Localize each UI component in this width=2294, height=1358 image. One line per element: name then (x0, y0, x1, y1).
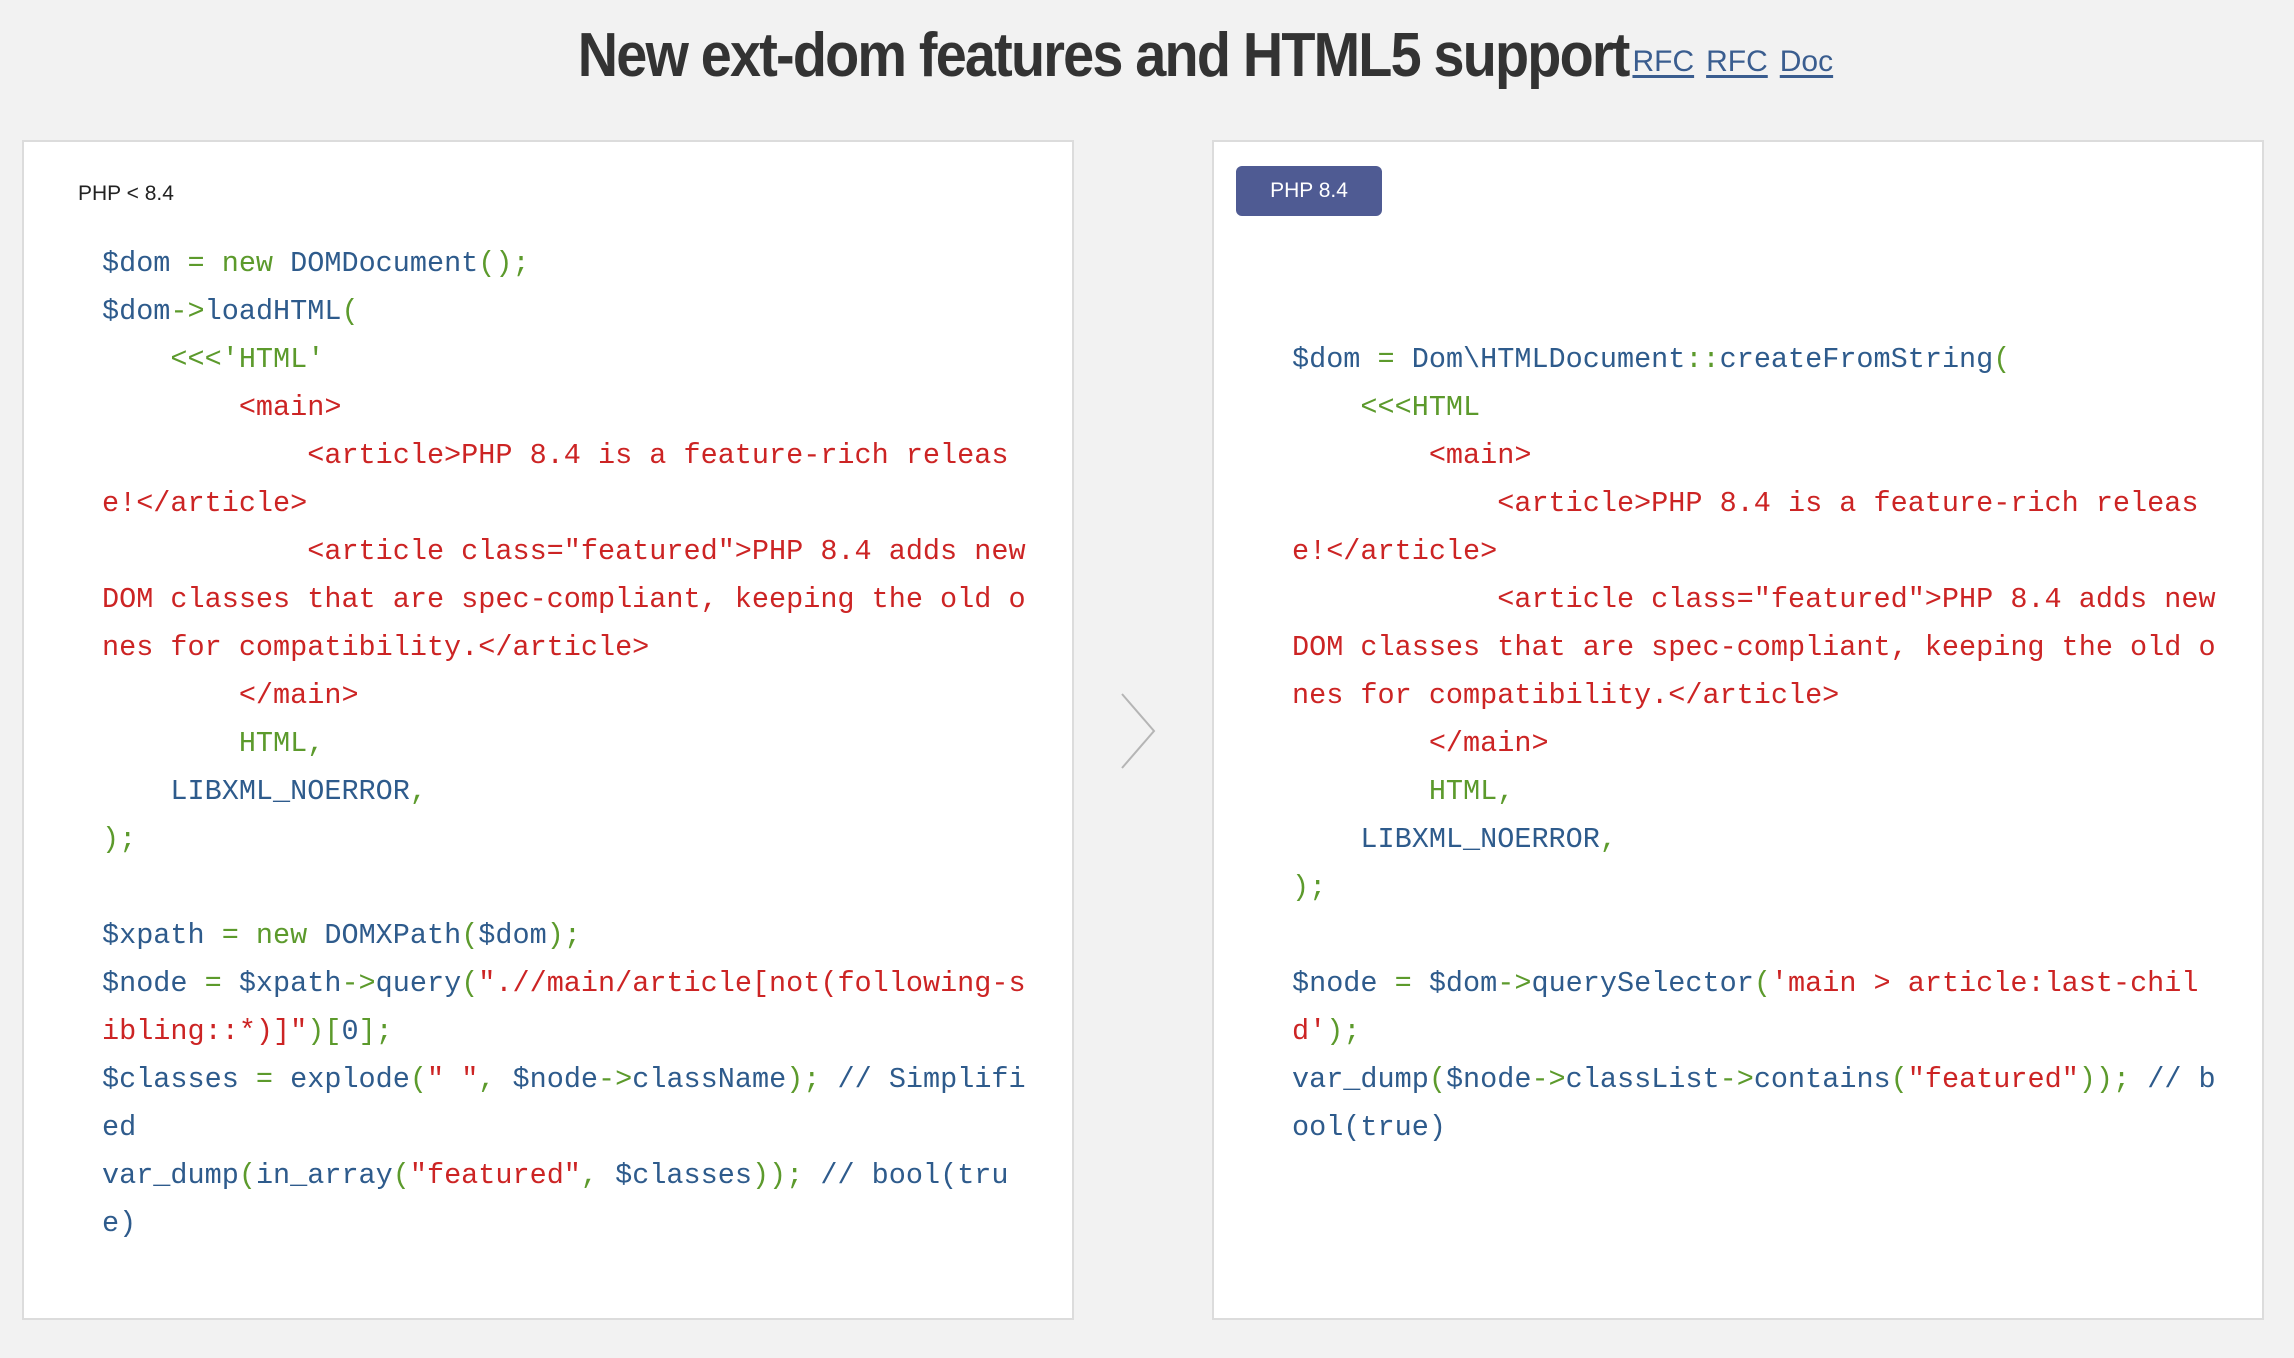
code-keyword: ( (392, 1159, 410, 1192)
chevron-right-icon (1121, 693, 1156, 769)
code-string: <main> <article>PHP 8.4 is a feature-ric… (102, 391, 1026, 712)
code-keyword: ( (461, 967, 479, 1000)
code-string: "featured" (409, 1159, 581, 1192)
code-keyword: ( (1890, 1063, 1908, 1096)
code-identifier: $node (1445, 1063, 1532, 1096)
code-keyword: -> (1719, 1063, 1754, 1096)
code-identifier: in_array (255, 1159, 393, 1192)
code-identifier: contains (1753, 1063, 1891, 1096)
version-tab-old[interactable]: PHP < 8.4 (78, 182, 174, 206)
rfc-link-1[interactable]: RFC (1632, 45, 1694, 79)
code-identifier: className (632, 1063, 787, 1096)
code-identifier: $classes (102, 1063, 239, 1096)
code-keyword: , (580, 1159, 616, 1192)
code-keyword: ); (546, 919, 581, 952)
code-identifier: $dom (102, 295, 171, 328)
code-keyword: ]; (358, 1015, 393, 1048)
page-title: New ext-dom features and HTML5 support (577, 20, 1631, 90)
code-keyword: , (478, 1063, 513, 1096)
code-keyword: -> (341, 967, 376, 1000)
reference-links: RFC RFC Doc (1632, 31, 1833, 79)
code-identifier: $node (1292, 967, 1378, 1000)
doc-link[interactable]: Doc (1780, 45, 1833, 79)
code-identifier: $xpath (238, 967, 342, 1000)
code-identifier: LIBXML_NOERROR (1360, 823, 1600, 856)
code-identifier: $dom (1428, 967, 1498, 1000)
code-identifier: createFromString (1719, 343, 1994, 376)
code-identifier: $dom (102, 247, 171, 280)
code-keyword: )); (751, 1159, 804, 1192)
code-identifier: querySelector (1531, 967, 1754, 1000)
code-identifier: 0 (341, 1015, 359, 1048)
code-keyword: = (1377, 967, 1429, 1000)
rfc-link-2[interactable]: RFC (1706, 45, 1768, 79)
code-panel-before: PHP < 8.4 $dom = new DOMDocument(); $dom… (22, 140, 1074, 1320)
code-string: "featured" (1907, 1063, 2079, 1096)
code-keyword: = (1360, 343, 1412, 376)
code-identifier: DOMDocument (290, 247, 479, 280)
code-block-old: $dom = new DOMDocument(); $dom->loadHTML… (102, 240, 1042, 1248)
code-identifier: $xpath (102, 919, 205, 952)
code-identifier: $dom (478, 919, 547, 952)
header: New ext-dom features and HTML5 support R… (0, 0, 2294, 110)
code-keyword: ); (1326, 1015, 1361, 1048)
code-identifier: $classes (615, 1159, 752, 1192)
code-identifier: var_dump (102, 1159, 239, 1192)
code-keyword: ( (409, 1063, 427, 1096)
code-identifier: query (375, 967, 462, 1000)
code-block-new: $dom = Dom\HTMLDocument::createFromStrin… (1292, 336, 2232, 1152)
code-keyword: -> (598, 1063, 633, 1096)
code-keyword: -> (1497, 967, 1532, 1000)
code-keyword: = new (170, 247, 291, 280)
code-keyword: -> (1531, 1063, 1566, 1096)
code-identifier: $dom (1292, 343, 1361, 376)
version-tab-new[interactable]: PHP 8.4 (1236, 166, 1382, 216)
code-keyword: )); (2078, 1063, 2131, 1096)
code-keyword: = (238, 1063, 291, 1096)
code-keyword: ( (1753, 967, 1771, 1000)
code-string: " " (426, 1063, 479, 1096)
code-keyword: ); (786, 1063, 821, 1096)
code-identifier: explode (290, 1063, 410, 1096)
code-string: <main> <article>PHP 8.4 is a feature-ric… (1292, 439, 2216, 760)
code-identifier: loadHTML (204, 295, 342, 328)
code-identifier: $node (102, 967, 188, 1000)
code-keyword: ( (238, 1159, 256, 1192)
code-keyword: (); (478, 247, 530, 280)
code-identifier: classList (1565, 1063, 1720, 1096)
code-keyword: ( (1428, 1063, 1446, 1096)
code-identifier: Dom\HTMLDocument (1411, 343, 1686, 376)
code-keyword: ( (461, 919, 479, 952)
code-identifier: var_dump (1292, 1063, 1429, 1096)
code-identifier: DOMXPath (324, 919, 462, 952)
code-panel-after: PHP 8.4 $dom = Dom\HTMLDocument::createF… (1212, 140, 2264, 1320)
code-identifier: $node (512, 1063, 599, 1096)
code-keyword: = (187, 967, 239, 1000)
code-keyword: )[ (307, 1015, 342, 1048)
code-identifier: LIBXML_NOERROR (170, 775, 410, 808)
code-keyword: -> (170, 295, 205, 328)
code-keyword: :: (1685, 343, 1720, 376)
code-keyword: = new (204, 919, 325, 952)
